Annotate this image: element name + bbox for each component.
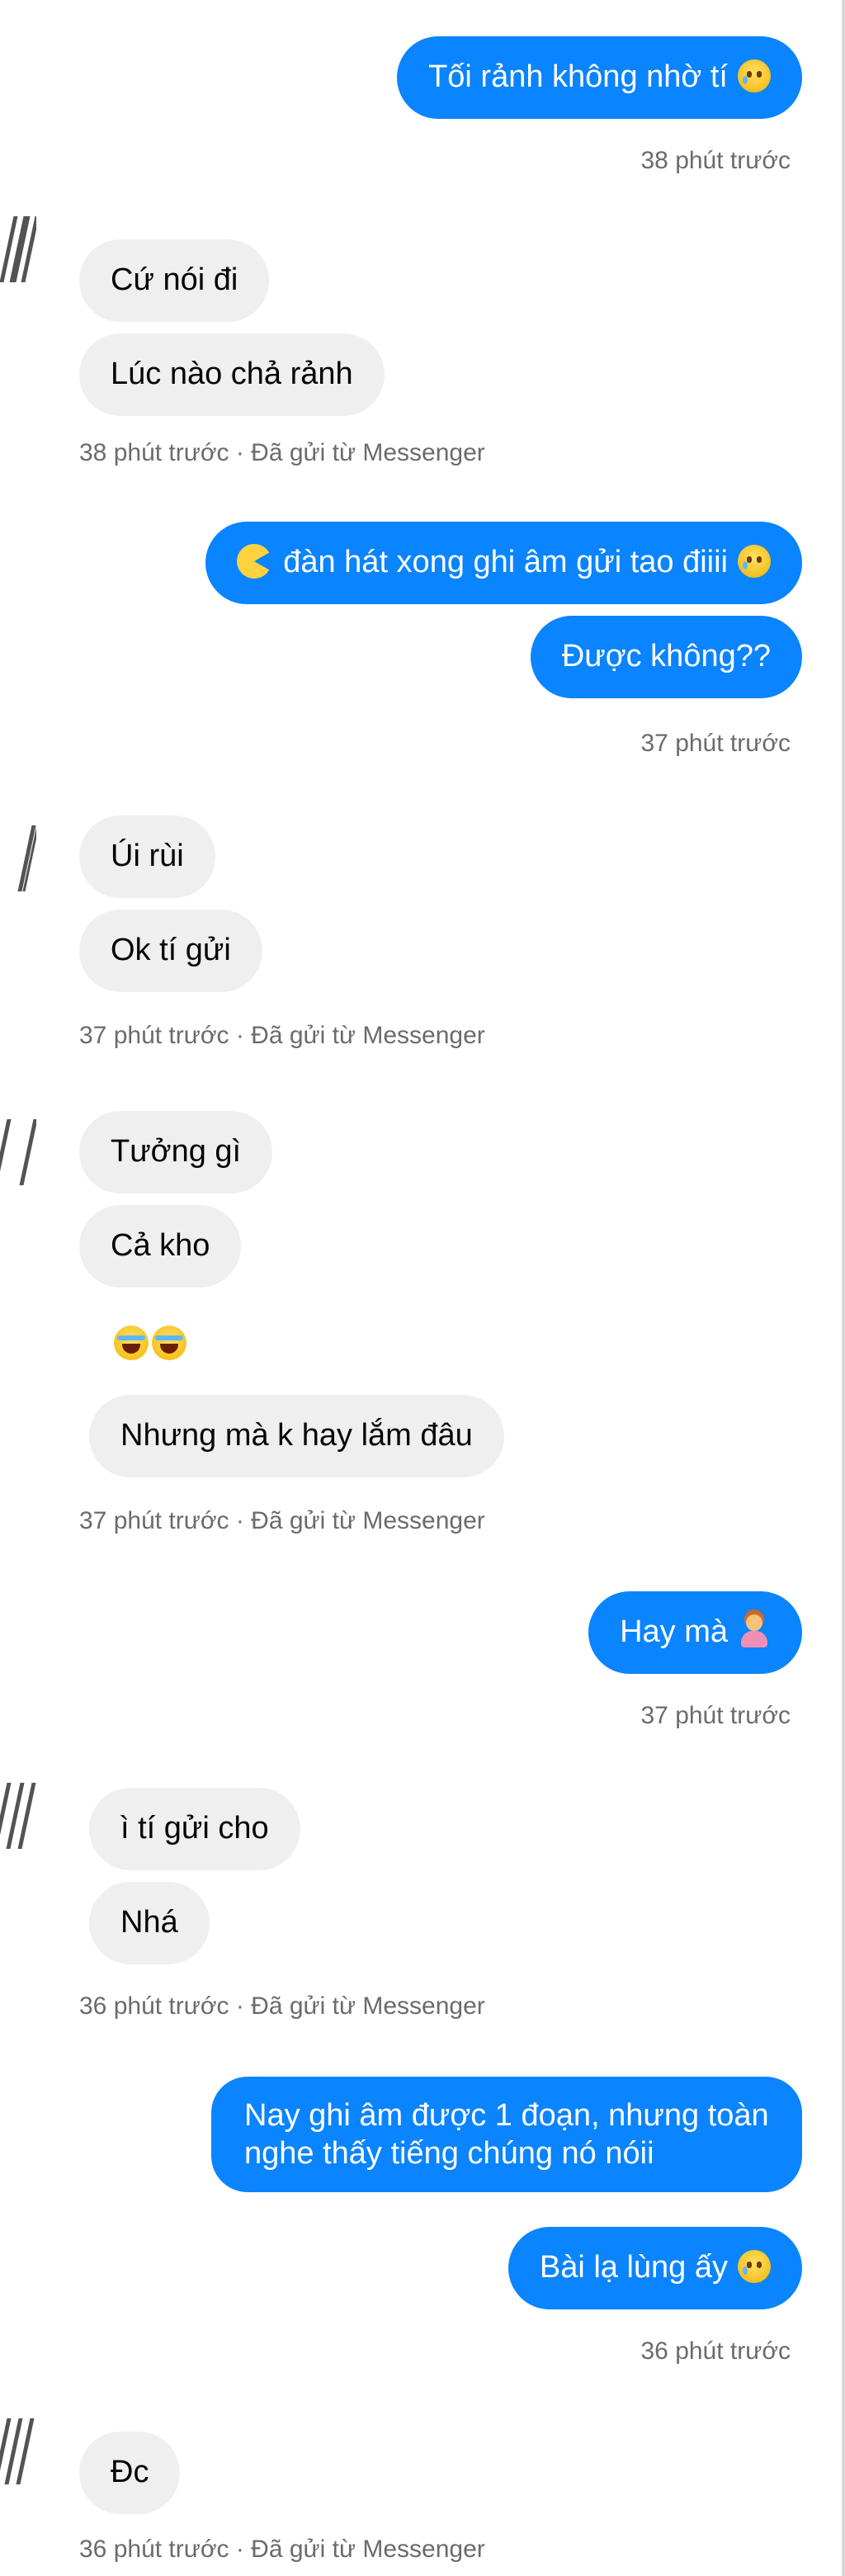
message-row-incoming: Úi rùi bbox=[79, 815, 215, 898]
message-bubble-incoming[interactable]: Nhá bbox=[89, 1882, 210, 1964]
message-bubble-incoming[interactable]: Nhưng mà k hay lắm đâu bbox=[89, 1395, 504, 1477]
sender-avatar[interactable] bbox=[0, 1783, 36, 1849]
message-row-incoming: Tưởng gì bbox=[79, 1111, 273, 1193]
message-row-outgoing: Bài lạ lùng ấy bbox=[507, 2227, 802, 2309]
message-bubble-incoming[interactable]: Úi rùi bbox=[79, 815, 215, 898]
message-text: Nhá bbox=[120, 1905, 178, 1940]
message-meta: 36 phút trước · Đã gửi từ Messenger bbox=[79, 1992, 485, 2020]
message-meta: 38 phút trước · Đã gửi từ Messenger bbox=[79, 439, 485, 466]
message-row-incoming: Nhá bbox=[89, 1882, 210, 1964]
message-timestamp: 38 phút trước bbox=[640, 147, 791, 174]
woman-gesturing-emoji-icon bbox=[738, 1614, 771, 1647]
message-row-outgoing: Nay ghi âm được 1 đoạn, nhưng toàn nghe … bbox=[211, 2077, 802, 2192]
message-bubble-incoming[interactable]: Cả kho bbox=[79, 1205, 242, 1288]
message-row-incoming bbox=[114, 1326, 190, 1360]
sender-avatar[interactable] bbox=[0, 825, 36, 891]
message-text: Úi rùi bbox=[111, 839, 184, 873]
message-text: Ok tí gửi bbox=[111, 933, 231, 967]
message-bubble-incoming[interactable]: Cứ nói đi bbox=[79, 239, 270, 322]
message-bubble-outgoing[interactable]: Hay mà bbox=[588, 1591, 802, 1674]
window-border bbox=[842, 0, 845, 2576]
sender-avatar[interactable] bbox=[0, 1119, 36, 1185]
message-text: Tưởng gì bbox=[111, 1134, 242, 1169]
pleading-face-icon bbox=[738, 2249, 771, 2283]
message-text: Lúc nào chả rảnh bbox=[111, 357, 353, 391]
message-text: Nay ghi âm được 1 đoạn, nhưng toàn nghe … bbox=[244, 2098, 769, 2171]
message-row-incoming: Lúc nào chả rảnh bbox=[79, 333, 385, 416]
message-row-incoming: Cả kho bbox=[79, 1205, 242, 1288]
message-bubble-outgoing[interactable]: đàn hát xong ghi âm gửi tao điiii bbox=[205, 522, 802, 604]
message-row-incoming: Ok tí gửi bbox=[79, 910, 262, 992]
message-meta: 37 phút trước · Đã gửi từ Messenger bbox=[79, 1507, 485, 1534]
message-row-incoming: Nhưng mà k hay lắm đâu bbox=[89, 1395, 504, 1477]
message-row-incoming: Đc bbox=[79, 2432, 181, 2514]
message-meta: 36 phút trước · Đã gửi từ Messenger bbox=[79, 2536, 485, 2563]
message-text: đàn hát xong ghi âm gửi tao điiii bbox=[283, 545, 728, 579]
message-meta: 37 phút trước · Đã gửi từ Messenger bbox=[79, 1022, 485, 1049]
message-row-outgoing: Hay mà bbox=[588, 1591, 802, 1674]
message-bubble-outgoing[interactable]: Nay ghi âm được 1 đoạn, nhưng toàn nghe … bbox=[211, 2077, 802, 2192]
message-row-outgoing: đàn hát xong ghi âm gửi tao điiii bbox=[205, 522, 802, 604]
laughing-tears-emoji-icon[interactable] bbox=[114, 1326, 149, 1360]
message-text: Nhưng mà k hay lắm đâu bbox=[120, 1418, 473, 1453]
message-timestamp: 36 phút trước bbox=[640, 2337, 791, 2365]
sender-avatar[interactable] bbox=[0, 2418, 36, 2484]
pleading-face-icon bbox=[738, 59, 771, 92]
message-row-outgoing: Được không?? bbox=[530, 616, 802, 698]
laughing-tears-emoji-icon[interactable] bbox=[152, 1326, 186, 1360]
message-timestamp: 37 phút trước bbox=[640, 730, 791, 757]
pleading-face-icon bbox=[738, 544, 771, 578]
message-text: Bài lạ lùng ấy bbox=[539, 2250, 728, 2285]
message-text: Tối rảnh không nhờ tí bbox=[428, 59, 728, 94]
message-row-incoming: Cứ nói đi bbox=[79, 239, 270, 322]
message-text: ì tí gửi cho bbox=[120, 1811, 269, 1846]
sender-avatar[interactable] bbox=[0, 216, 36, 282]
message-text: Cả kho bbox=[111, 1228, 210, 1263]
message-bubble-incoming[interactable]: Đc bbox=[79, 2432, 181, 2514]
message-bubble-outgoing[interactable]: Được không?? bbox=[530, 616, 802, 698]
message-bubble-outgoing[interactable]: Bài lạ lùng ấy bbox=[507, 2227, 802, 2309]
message-text: Cứ nói đi bbox=[111, 262, 238, 297]
pacman-emoji-icon bbox=[237, 543, 272, 579]
message-text: Đc bbox=[111, 2455, 149, 2489]
message-text: Hay mà bbox=[620, 1614, 728, 1649]
message-bubble-incoming[interactable]: Tưởng gì bbox=[79, 1111, 273, 1193]
message-timestamp: 37 phút trước bbox=[640, 1702, 791, 1729]
message-row-incoming: ì tí gửi cho bbox=[89, 1788, 300, 1870]
message-row-outgoing: Tối rảnh không nhờ tí bbox=[397, 36, 802, 119]
message-bubble-outgoing[interactable]: Tối rảnh không nhờ tí bbox=[397, 36, 802, 119]
message-bubble-incoming[interactable]: ì tí gửi cho bbox=[89, 1788, 300, 1870]
message-bubble-incoming[interactable]: Ok tí gửi bbox=[79, 910, 262, 992]
message-bubble-incoming[interactable]: Lúc nào chả rảnh bbox=[79, 333, 385, 416]
message-text: Được không?? bbox=[561, 639, 771, 674]
